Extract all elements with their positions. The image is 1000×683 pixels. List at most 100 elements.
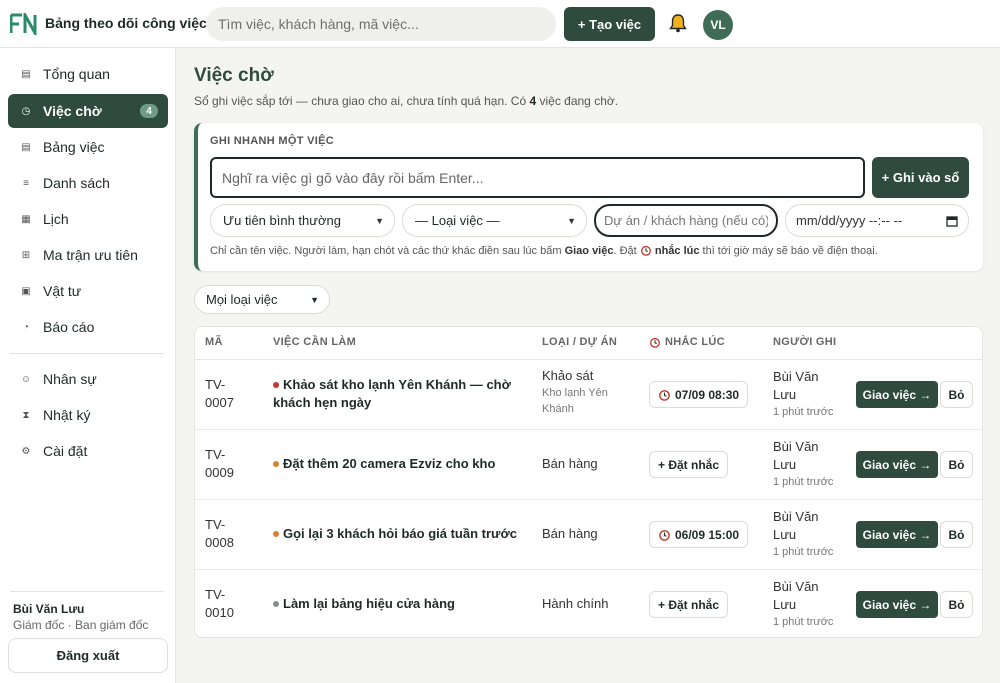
dismiss-task-button[interactable]: Bỏ — [940, 381, 973, 408]
column-header-code: MÃ — [205, 336, 223, 348]
assign-task-button[interactable]: Giao việc → — [856, 451, 938, 478]
task-type: Bán hàng — [542, 525, 637, 543]
quick-add-heading: GHI NHANH MỘT VIỆC — [210, 135, 334, 147]
column-header-label: NHẮC LÚC — [665, 336, 725, 348]
sidebar-item-label: Danh sách — [43, 175, 110, 191]
task-title[interactable]: Làm lại bảng hiệu cửa hàng — [273, 595, 533, 613]
assign-task-button[interactable]: Giao việc → — [856, 521, 938, 548]
page-subtitle: Sổ ghi việc sắp tới — chưa giao cho ai, … — [194, 94, 618, 108]
board-icon: ▤ — [21, 141, 31, 153]
avatar[interactable]: VL — [703, 10, 733, 40]
table-row: TV-0008 Gọi lại 3 khách hỏi báo giá tuần… — [195, 500, 982, 570]
task-type-select[interactable]: — Loại việc — ▼ — [402, 204, 587, 237]
task-type-label: Bán hàng — [542, 456, 598, 471]
sidebar-user-name: Bùi Văn Lưu — [13, 602, 85, 616]
priority-dot — [273, 530, 279, 537]
task-title-text: Làm lại bảng hiệu cửa hàng — [283, 596, 455, 611]
sidebar-item-board[interactable]: ▤ Bảng việc — [8, 130, 168, 164]
sidebar-item-log[interactable]: ⧗ Nhật ký — [8, 398, 168, 432]
alarm-clock-icon — [659, 530, 670, 541]
dismiss-task-button[interactable]: Bỏ — [940, 451, 973, 478]
app-logo — [10, 13, 37, 35]
created-ago: 1 phút trước — [773, 546, 834, 558]
table-row: TV-0007 Khảo sát kho lạnh Yên Khánh — ch… — [195, 360, 982, 430]
sidebar-item-list[interactable]: ≡ Danh sách — [8, 166, 168, 200]
page-title: Việc chờ — [194, 65, 274, 86]
calendar-icon[interactable] — [946, 215, 958, 227]
bell-icon[interactable] — [667, 12, 689, 34]
clock-icon: ◷ — [21, 105, 31, 117]
quick-add-hint: Chỉ cần tên việc. Người làm, hạn chót và… — [210, 244, 878, 257]
task-title[interactable]: Gọi lại 3 khách hỏi báo giá tuần trước — [273, 525, 533, 543]
reminder-time-button[interactable]: 07/09 08:30 — [649, 381, 749, 408]
assign-task-button[interactable]: Giao việc → — [856, 591, 938, 618]
sidebar-item-calendar[interactable]: ▦ Lịch — [8, 202, 168, 236]
task-type-label: Hành chính — [542, 596, 609, 611]
sidebar-item-materials[interactable]: ▣ Vật tư — [8, 274, 168, 308]
sidebar-item-reports[interactable]: ◔ Báo cáo — [8, 310, 168, 344]
assign-task-button[interactable]: Giao việc → — [856, 381, 938, 408]
pending-count-badge: 4 — [140, 104, 158, 118]
matrix-icon: ⊞ — [21, 249, 31, 261]
priority-dot — [273, 381, 279, 388]
search-input[interactable] — [206, 7, 556, 41]
created-ago: 1 phút trước — [773, 406, 834, 418]
project-input[interactable] — [594, 204, 778, 237]
sidebar-item-overview[interactable]: ▤ Tổng quan — [8, 57, 168, 91]
task-title[interactable]: Đặt thêm 20 camera Ezviz cho kho — [273, 455, 533, 473]
task-title-text: Đặt thêm 20 camera Ezviz cho kho — [283, 456, 496, 471]
sidebar-item-label: Cài đặt — [43, 443, 88, 459]
sidebar-item-label: Báo cáo — [43, 319, 95, 335]
reminder-label: + Đặt nhắc — [658, 597, 720, 612]
task-author: Bùi Văn Lưu 1 phút trước — [773, 438, 843, 490]
alarm-clock-icon — [659, 390, 670, 401]
reminder-label: + Đặt nhắc — [658, 457, 720, 472]
chevron-down-icon: ▼ — [567, 215, 576, 226]
priority-select[interactable]: Ưu tiên bình thường ▼ — [210, 204, 395, 237]
gear-icon: ⚙ — [21, 445, 31, 457]
hint-bold: nhắc lúc — [654, 245, 700, 257]
sidebar-item-settings[interactable]: ⚙ Cài đặt — [8, 434, 168, 468]
subtitle-text: việc đang chờ. — [536, 94, 619, 108]
created-ago: 1 phút trước — [773, 616, 834, 628]
app-title: Bảng theo dõi công việc — [45, 15, 207, 31]
sidebar-item-label: Bảng việc — [43, 139, 105, 155]
hourglass-icon: ⧗ — [22, 409, 30, 421]
sidebar-item-staff[interactable]: ☺ Nhân sự — [8, 362, 168, 396]
priority-dot — [273, 600, 279, 607]
dismiss-task-button[interactable]: Bỏ — [940, 591, 973, 618]
create-task-button[interactable]: + Tạo việc — [564, 7, 655, 41]
sidebar-item-label: Tổng quan — [43, 66, 110, 82]
sidebar-item-label: Việc chờ — [43, 103, 102, 119]
sidebar-item-pending[interactable]: ◷ Việc chờ 4 — [8, 94, 168, 128]
hint-text: Chỉ cần tên việc. Người làm, hạn chót và… — [210, 245, 565, 257]
author-name: Bùi Văn Lưu — [773, 509, 819, 542]
calendar-icon: ▦ — [21, 213, 31, 225]
logout-button[interactable]: Đăng xuất — [8, 638, 168, 673]
reminder-time-button[interactable]: 06/09 15:00 — [649, 521, 749, 548]
sidebar: ▤ Tổng quan ◷ Việc chờ 4 ▤ Bảng việc ≡ D… — [0, 48, 176, 683]
subtitle-text: Sổ ghi việc sắp tới — chưa giao cho ai, … — [194, 94, 530, 108]
task-type: Hành chính — [542, 595, 637, 613]
column-header-task: VIỆC CẦN LÀM — [273, 336, 357, 348]
task-title[interactable]: Khảo sát kho lạnh Yên Khánh — chờ khách … — [273, 376, 533, 412]
pending-tasks-table: MÃ VIỆC CẦN LÀM LOẠI / DỰ ÁN NHẮC LÚC NG… — [194, 326, 983, 638]
save-to-book-button[interactable]: + Ghi vào sổ — [872, 157, 969, 198]
task-type-filter[interactable]: Mọi loại việc ▼ — [194, 285, 330, 314]
column-header-remind: NHẮC LÚC — [649, 336, 725, 348]
hint-text: . Đặt — [613, 245, 640, 257]
set-reminder-button[interactable]: + Đặt nhắc — [649, 451, 729, 478]
set-reminder-button[interactable]: + Đặt nhắc — [649, 591, 729, 618]
sidebar-user-role: Giám đốc · Ban giám đốc — [13, 618, 149, 632]
task-type: Bán hàng — [542, 455, 637, 473]
reminder-datetime-input[interactable]: mm/dd/yyyy --:-- -- — [785, 204, 969, 237]
author-name: Bùi Văn Lưu — [773, 369, 819, 402]
task-title-text: Gọi lại 3 khách hỏi báo giá tuần trước — [283, 526, 517, 541]
hint-text: thì tới giờ máy sẽ báo về điện thoại. — [699, 245, 878, 257]
list-icon: ≡ — [23, 177, 29, 189]
reminder-time: 07/09 08:30 — [675, 387, 740, 402]
quick-task-input[interactable] — [210, 157, 865, 198]
task-project: Kho lạnh Yên Khánh — [542, 387, 608, 415]
dismiss-task-button[interactable]: Bỏ — [940, 521, 973, 548]
sidebar-item-matrix[interactable]: ⊞ Ma trận ưu tiên — [8, 238, 168, 272]
